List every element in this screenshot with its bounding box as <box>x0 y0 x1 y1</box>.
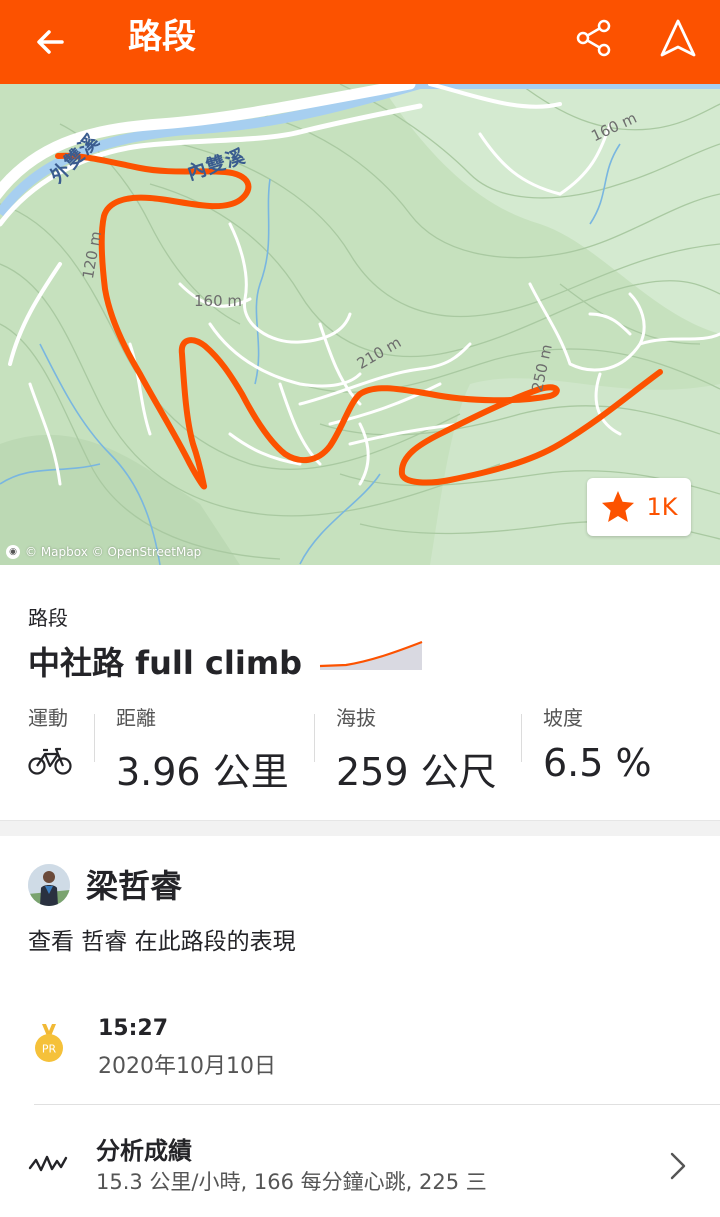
star-count: 1K <box>646 493 678 521</box>
athlete-name[interactable]: 梁哲睿 <box>86 864 182 908</box>
segment-kind-label: 路段 <box>28 606 68 630</box>
section-divider <box>0 820 720 836</box>
analysis-wave-icon <box>28 1155 68 1172</box>
stat-divider <box>94 714 95 762</box>
analyze-effort-row[interactable]: 分析成績 15.3 公里/小時, 166 每分鐘心跳, 225 三 <box>0 1126 720 1206</box>
map-contour-label: 160 m <box>194 292 243 310</box>
stat-distance-label: 距離 <box>116 706 156 730</box>
navigate-button[interactable] <box>650 10 706 66</box>
star-segment-button[interactable]: 1K <box>587 478 691 536</box>
star-icon <box>602 491 635 522</box>
page-title: 路段 <box>128 17 196 57</box>
stat-distance: 距離 3.96 公里 <box>116 702 289 796</box>
stat-grade-label: 坡度 <box>543 706 583 730</box>
pr-medal-icon: PR <box>35 1024 63 1062</box>
athlete-section: 梁哲睿 查看 哲睿 在此路段的表現 PR 15:27 2020年10月10日 分… <box>0 836 720 1217</box>
segment-name: 中社路 full climb <box>28 644 303 682</box>
bicycle-icon <box>28 747 72 775</box>
avatar[interactable] <box>28 864 70 906</box>
pr-badge-text: PR <box>42 1043 57 1056</box>
athlete-avatar-icon <box>28 864 70 906</box>
stat-elevation-label: 海拔 <box>336 706 376 730</box>
stat-divider <box>314 714 315 762</box>
stat-sport: 運動 <box>28 702 72 781</box>
pr-date: 2020年10月10日 <box>98 1054 276 1079</box>
analysis-title: 分析成績 <box>96 1137 192 1165</box>
stat-divider <box>521 714 522 762</box>
navigation-arrow-icon <box>660 19 696 57</box>
back-button[interactable] <box>22 14 78 70</box>
top-app-bar: 路段 <box>0 0 720 84</box>
segment-info: 路段 中社路 full climb 運動 距離 3.96 公里 海拔 259 公… <box>0 565 720 820</box>
pr-time: 15:27 <box>98 1016 169 1041</box>
stat-elevation: 海拔 259 公尺 <box>336 702 497 796</box>
stat-grade: 坡度 6.5 % <box>543 702 652 785</box>
athlete-view-text: 查看 哲睿 在此路段的表現 <box>28 929 296 955</box>
stat-grade-value: 6.5 % <box>543 741 652 785</box>
share-button[interactable] <box>566 10 622 66</box>
map-attribution[interactable]: ◉ © Mapbox © OpenStreetMap <box>6 545 201 559</box>
chevron-right-icon <box>670 1152 686 1180</box>
share-icon <box>576 19 611 57</box>
stat-elevation-value: 259 公尺 <box>336 750 497 794</box>
row-divider <box>34 1104 720 1105</box>
analysis-summary: 15.3 公里/小時, 166 每分鐘心跳, 225 三 <box>96 1170 487 1194</box>
elevation-profile-icon <box>319 640 423 670</box>
back-arrow-icon <box>37 30 64 54</box>
pr-effort-row[interactable]: PR 15:27 2020年10月10日 <box>0 1006 720 1106</box>
segment-stats: 運動 距離 3.96 公里 海拔 259 公尺 坡度 6.5 % <box>0 702 720 794</box>
mapbox-logo-icon: ◉ <box>6 545 20 559</box>
stat-distance-value: 3.96 公里 <box>116 750 289 794</box>
stat-sport-label: 運動 <box>28 706 68 730</box>
